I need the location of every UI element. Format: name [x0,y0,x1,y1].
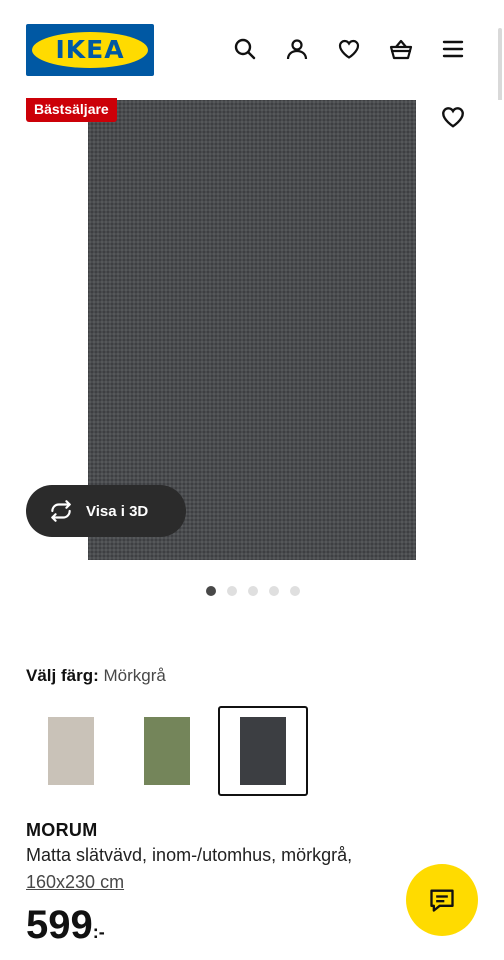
color-label-key: Välj färg: [26,666,99,685]
product-name: MORUM [26,820,98,840]
swatch-image [48,717,94,785]
search-icon[interactable] [232,36,258,62]
color-label-value: Mörkgrå [103,666,166,685]
color-swatch-green[interactable] [122,706,212,796]
bestseller-badge: Bästsäljare [26,98,117,122]
pagination-dot[interactable] [248,586,258,596]
swatch-image [144,717,190,785]
logo-text: IKEA [55,35,125,64]
heart-icon[interactable] [336,36,362,62]
product-description: Matta slätvävd, inom-/utomhus, mörkgrå, [26,845,353,865]
swatch-image [240,717,286,785]
basket-icon[interactable] [388,36,414,62]
price-value: 599 [26,903,93,947]
pagination-dot[interactable] [206,586,216,596]
chat-icon [430,889,454,912]
chat-button[interactable] [406,864,478,936]
color-swatches [26,706,326,798]
header: IKEA [0,0,504,100]
pagination-dot[interactable] [269,586,279,596]
menu-icon[interactable] [440,36,466,62]
user-icon[interactable] [284,36,310,62]
view-in-3d-label: Visa i 3D [86,502,149,520]
color-swatch-dark-grey[interactable] [218,706,308,796]
product-price: 599:- [26,903,105,948]
favorite-heart-icon[interactable] [440,104,468,132]
price-suffix: :- [92,922,105,942]
color-swatch-beige[interactable] [26,706,116,796]
product-size-link[interactable]: 160x230 cm [26,872,124,893]
pagination-dot[interactable] [227,586,237,596]
ikea-logo[interactable]: IKEA [26,24,154,76]
color-select-label: Välj färg: Mörkgrå [26,666,166,686]
pagination-dot[interactable] [290,586,300,596]
rotate-3d-icon [51,500,71,522]
view-in-3d-button[interactable]: Visa i 3D [26,485,186,537]
gallery-pagination-dots [206,586,300,596]
